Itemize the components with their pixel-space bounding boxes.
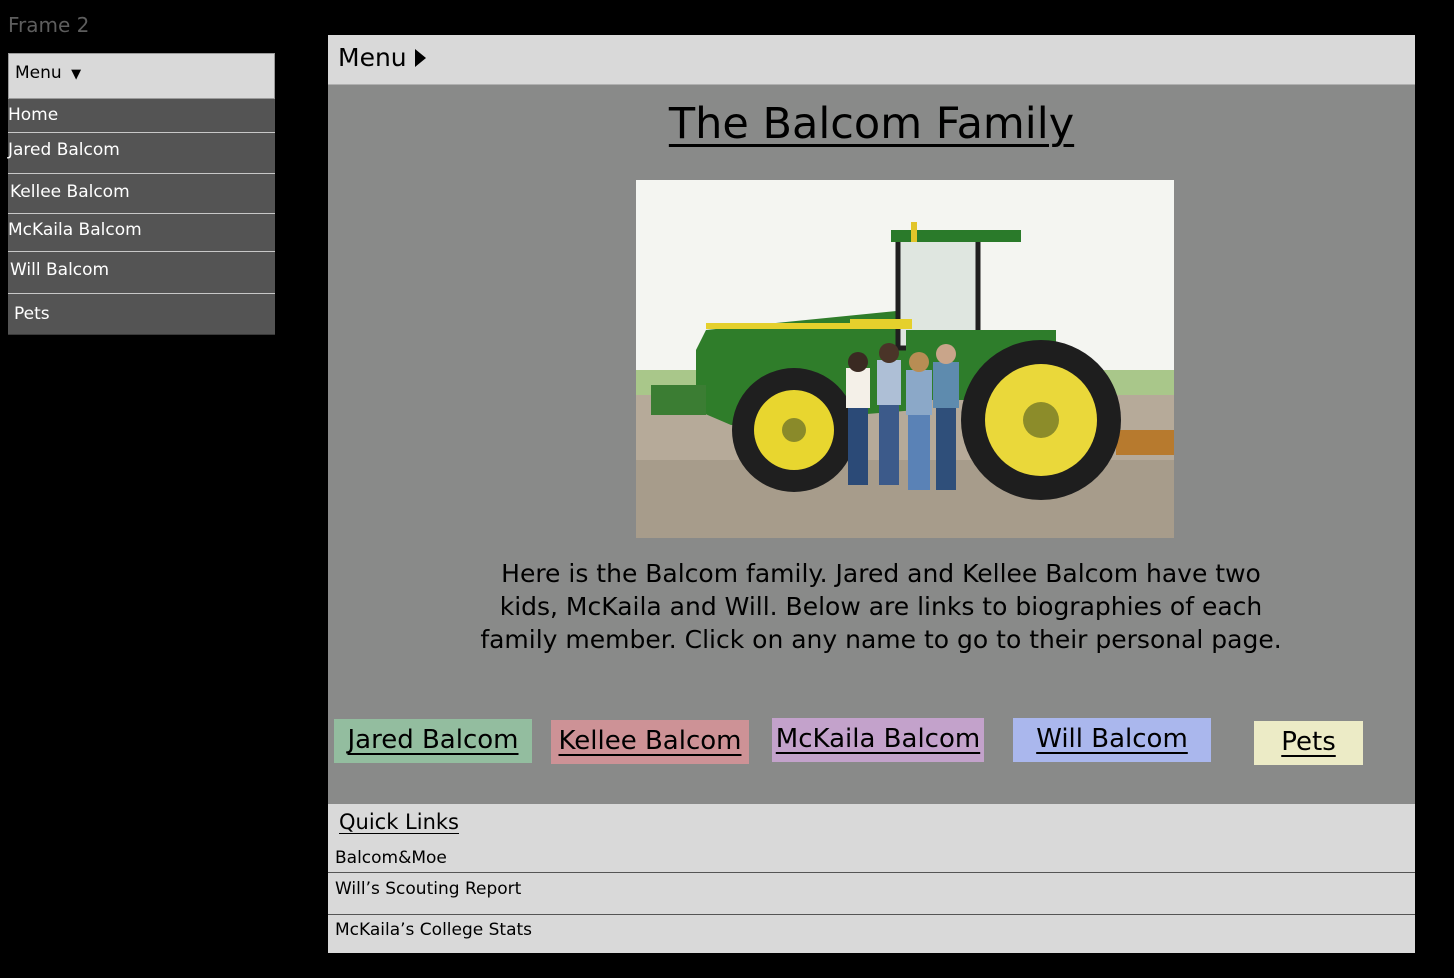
family-photo	[636, 180, 1174, 538]
frame-label: Frame 2	[8, 13, 90, 37]
side-menu-item-label: Home	[8, 105, 59, 125]
link-mckaila-balcom[interactable]: McKaila Balcom	[772, 718, 984, 762]
quick-links-title: Quick Links	[339, 810, 460, 834]
side-menu-item-home[interactable]: Home	[8, 99, 275, 133]
link-label: Will Balcom	[1036, 724, 1188, 754]
side-menu-item-pets[interactable]: Pets	[8, 294, 275, 335]
side-menu: Menu ▼ Home Jared Balcom Kellee Balcom M…	[8, 53, 275, 335]
top-menu-bar: Menu	[328, 35, 1415, 85]
quick-links-section: Quick Links Balcom&Moe Will’s Scouting R…	[328, 804, 1415, 953]
side-menu-item-label: Pets	[14, 304, 50, 324]
side-menu-item-mckaila[interactable]: McKaila Balcom	[8, 214, 275, 252]
family-photo-illustration	[636, 180, 1174, 538]
side-menu-label: Menu	[15, 63, 62, 83]
side-menu-item-label: Jared Balcom	[8, 140, 120, 160]
menu-label: Menu	[338, 43, 407, 72]
quick-link-will-scouting-report[interactable]: Will’s Scouting Report	[328, 873, 1415, 915]
canvas: Frame 2 Menu ▼ Home Jared Balcom Kellee …	[0, 0, 1454, 978]
link-jared-balcom[interactable]: Jared Balcom	[334, 719, 532, 763]
side-menu-item-jared[interactable]: Jared Balcom	[8, 133, 275, 174]
menu-toggle[interactable]: Menu	[338, 43, 426, 72]
side-menu-item-label: McKaila Balcom	[8, 220, 142, 240]
quick-link-balcom-moe[interactable]: Balcom&Moe	[328, 848, 1415, 873]
link-will-balcom[interactable]: Will Balcom	[1013, 718, 1211, 762]
link-pets[interactable]: Pets	[1254, 721, 1363, 765]
link-label: Kellee Balcom	[558, 726, 742, 756]
link-label: Jared Balcom	[347, 725, 519, 755]
triangle-right-icon	[414, 48, 426, 67]
chevron-down-icon: ▼	[71, 67, 82, 82]
quick-link-mckaila-college-stats[interactable]: McKaila’s College Stats	[328, 915, 1415, 953]
page-title: The Balcom Family	[668, 99, 1075, 149]
side-menu-item-will[interactable]: Will Balcom	[8, 252, 275, 294]
side-menu-item-label: Will Balcom	[10, 260, 110, 280]
side-menu-item-label: Kellee Balcom	[10, 182, 130, 202]
side-menu-item-kellee[interactable]: Kellee Balcom	[8, 174, 275, 214]
main-page: Menu The Balcom Family Here is the Balco…	[328, 35, 1415, 953]
link-label: Pets	[1281, 727, 1336, 757]
link-label: McKaila Balcom	[775, 724, 981, 754]
link-kellee-balcom[interactable]: Kellee Balcom	[551, 720, 749, 764]
side-menu-toggle[interactable]: Menu ▼	[8, 53, 275, 99]
intro-paragraph: Here is the Balcom family. Jared and Kel…	[480, 559, 1282, 654]
